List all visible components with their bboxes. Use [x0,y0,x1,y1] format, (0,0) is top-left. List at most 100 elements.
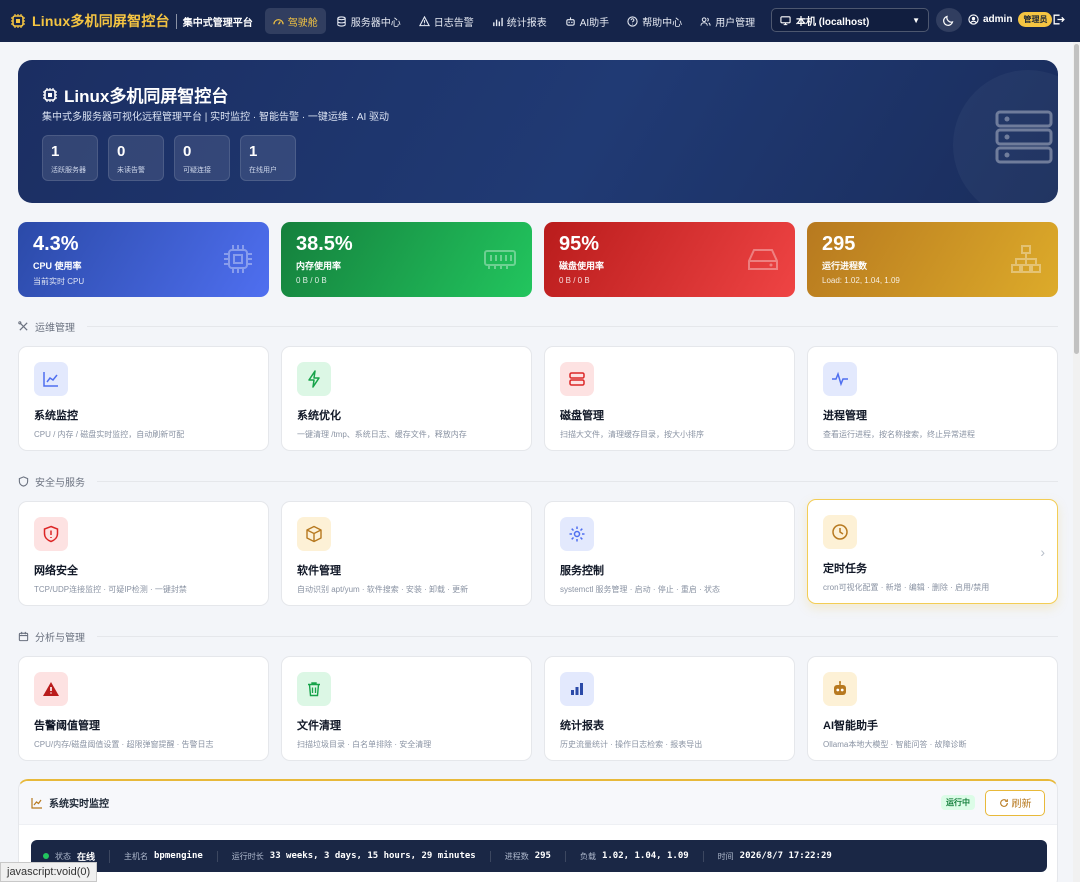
page-scrollbar[interactable] [1073,42,1080,882]
shield-icon [18,476,29,487]
realtime-monitor-panel: 系统实时监控 运行中 刷新 状态 在线 主机名 bpmengine 运行时长 3… [18,779,1058,882]
chip-icon [42,87,58,103]
metric-memory: 38.5% 内存使用率 0 B / 0 B [281,222,532,297]
bar-chart-icon [492,17,503,26]
load-label: 负载 [579,851,596,861]
nav-item-reports[interactable]: 统计报表 [484,8,555,34]
card-scheduled-tasks[interactable]: 定时任务 cron可视化配置 · 新增 · 编辑 · 删除 · 启用/禁用 › [807,499,1058,604]
nav-item-label: 服务器中心 [350,17,401,29]
hero-title-text: Linux多机同屏智控台 [64,87,229,106]
cpu-icon [223,244,253,274]
lightning-icon [297,362,331,396]
section-title: 分析与管理 [35,633,85,644]
status-bar: 状态 在线 主机名 bpmengine 运行时长 33 weeks, 3 day… [31,840,1047,872]
stat-active-servers: 1 活跃服务器 [42,135,98,181]
nav-item-log-alerts[interactable]: 日志告警 [411,8,482,34]
users-icon [700,16,711,26]
hero-stats: 1 活跃服务器 0 未读告警 0 可疑连接 1 在线用户 [42,135,296,181]
stat-label: 未读告警 [117,167,145,174]
robot-icon [566,16,575,26]
user-menu[interactable]: admin 管理员 [968,12,1053,27]
status-value: 在线 [77,852,96,863]
nav-item-label: 用户管理 [715,17,756,29]
brand-subtitle: 集中式管理平台 [175,13,253,29]
hero-banner: Linux多机同屏智控台 集中式多服务器可视化远程管理平台 | 实时监控 · 智… [18,60,1058,203]
card-ai-assistant[interactable]: AI智能助手 Ollama本地大模型 · 智能问答 · 故障诊断 [807,656,1058,761]
card-title: 定时任务 [823,563,867,575]
card-desc: Ollama本地大模型 · 智能问答 · 故障诊断 [823,740,967,749]
card-title: 系统优化 [297,410,341,422]
nav-item-dashboard[interactable]: 驾驶舱 [264,8,326,34]
uptime-label: 运行时长 [231,851,264,861]
hostname-value: bpmengine [154,851,203,861]
running-badge: 运行中 [941,795,975,810]
host-select[interactable]: 本机 (localhost) ▼ [771,8,929,32]
shield-alert-icon [34,517,68,551]
card-desc: CPU / 内存 / 磁盘实时监控，自动刷新可配 [34,430,185,439]
line-chart-icon [34,362,68,396]
card-alert-threshold[interactable]: 告警阈值管理 CPU/内存/磁盘阈值设置 · 超限弹窗提醒 · 告警日志 [18,656,269,761]
section-divider [97,481,1058,482]
monitor-title-text: 系统实时监控 [49,799,109,810]
sitemap-icon [1010,244,1042,274]
card-title: 网络安全 [34,565,78,577]
stat-label: 在线用户 [249,167,277,174]
nav-item-ai-assistant[interactable]: AI助手 [557,8,617,34]
main-nav: 驾驶舱 服务器中心 日志告警 统计报表 AI助手 帮助中心 用户管理 [264,8,763,34]
section-divider [87,326,1058,327]
card-desc: 扫描垃圾目录 · 白名单排除 · 安全清理 [297,740,432,749]
card-disk-management[interactable]: 磁盘管理 扫描大文件，清理缓存目录，按大小排序 [544,346,795,451]
card-title: 软件管理 [297,565,341,577]
metric-value: 4.3% [33,233,79,255]
status-segment: 状态 在线 [43,849,111,863]
card-file-cleanup[interactable]: 文件清理 扫描垃圾目录 · 白名单排除 · 安全清理 [281,656,532,761]
clock-icon [823,515,857,549]
card-system-optimize[interactable]: 系统优化 一键清理 /tmp、系统日志、缓存文件，释放内存 [281,346,532,451]
card-software-management[interactable]: 软件管理 自动识别 apt/yum · 软件搜索 · 安装 · 卸载 · 更新 [281,501,532,606]
card-title: 系统监控 [34,410,78,422]
tools-icon [18,321,28,331]
section-title: 运维管理 [35,323,75,334]
card-desc: 自动识别 apt/yum · 软件搜索 · 安装 · 卸载 · 更新 [297,585,469,594]
card-statistics-report[interactable]: 统计报表 历史流量统计 · 操作日志检索 · 报表导出 [544,656,795,761]
card-desc: TCP/UDP连接监控 · 可疑IP检测 · 一键封禁 [34,585,187,594]
logout-button[interactable] [1052,13,1065,26]
brand[interactable]: Linux多机同屏智控台 集中式管理平台 [10,11,253,31]
card-network-security[interactable]: 网络安全 TCP/UDP连接监控 · 可疑IP检测 · 一键封禁 [18,501,269,606]
metric-sub: 0 B / 0 B [559,276,590,285]
nav-item-help-center[interactable]: 帮助中心 [619,8,690,34]
metric-title: CPU 使用率 [33,261,82,271]
card-process-management[interactable]: 进程管理 查看运行进程，按名称搜索，终止异常进程 [807,346,1058,451]
monitor-header: 系统实时监控 运行中 刷新 [19,781,1057,825]
hostname-label: 主机名 [124,851,149,861]
process-label: 进程数 [504,851,529,861]
card-service-control[interactable]: 服务控制 systemctl 服务管理 · 启动 · 停止 · 重启 · 状态 [544,501,795,606]
stat-suspicious-connections: 0 可疑连接 [174,135,230,181]
theme-toggle-button[interactable] [936,8,962,32]
host-select-value: 本机 (localhost) [796,16,870,28]
nav-item-server-center[interactable]: 服务器中心 [328,8,409,34]
hdd-icon [560,362,594,396]
uptime-segment: 运行时长 33 weeks, 3 days, 15 hours, 29 minu… [218,850,491,862]
card-desc: cron可视化配置 · 新增 · 编辑 · 删除 · 启用/禁用 [823,583,990,592]
time-segment: 时间 2026/8/7 17:22:29 [704,851,846,862]
section-title: 安全与服务 [35,478,85,489]
card-desc: systemctl 服务管理 · 启动 · 停止 · 重启 · 状态 [560,585,720,594]
moon-icon [943,15,954,26]
status-label: 状态 [55,851,71,861]
scrollbar-thumb[interactable] [1074,44,1079,354]
nav-item-user-management[interactable]: 用户管理 [692,8,763,34]
refresh-button[interactable]: 刷新 [985,789,1045,816]
time-label: 时间 [717,851,734,861]
disk-icon [747,244,779,274]
section-analysis-header: 分析与管理 [18,629,1058,644]
activity-icon [823,362,857,396]
logout-icon [1053,14,1065,25]
stat-label: 活跃服务器 [51,167,86,174]
card-system-monitor[interactable]: 系统监控 CPU / 内存 / 磁盘实时监控，自动刷新可配 [18,346,269,451]
stat-value: 0 [117,143,126,160]
nav-item-label: AI助手 [579,17,610,29]
nav-item-label: 统计报表 [506,17,547,29]
online-dot-icon [43,853,49,859]
robot-icon [823,672,857,706]
